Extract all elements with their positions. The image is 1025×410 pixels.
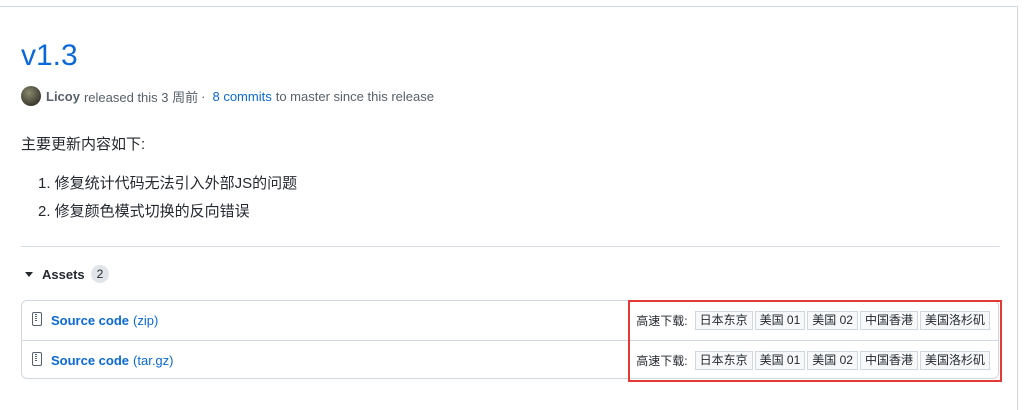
card-border-top	[0, 6, 1017, 7]
mirror-button-us-02[interactable]: 美国 02	[807, 351, 858, 370]
asset-ext: (zip)	[133, 313, 159, 328]
list-item: 2. 修复颜色模式切换的反向错误	[38, 203, 250, 220]
meta-separator: ·	[201, 88, 206, 104]
mirror-button-us-01[interactable]: 美国 01	[754, 311, 806, 330]
mirror-group: 高速下载: 日本东京 美国 01 美国 02 中国香港 美国洛杉矶	[636, 351, 990, 370]
mirror-group: 高速下载: 日本东京 美国 01 美国 02 中国香港 美国洛杉矶	[636, 311, 990, 330]
source-code-targz-link[interactable]: Source code (tar.gz)	[51, 353, 174, 368]
triangle-down-icon	[25, 271, 33, 277]
mirror-button-los-angeles[interactable]: 美国洛杉矶	[919, 351, 990, 370]
notes-intro: 主要更新内容如下:	[21, 136, 146, 153]
assets-toggle[interactable]: Assets 2	[21, 263, 110, 285]
card-border-right	[1017, 6, 1018, 410]
mirror-button-us-02[interactable]: 美国 02	[807, 311, 858, 330]
asset-ext: (tar.gz)	[133, 353, 174, 368]
avatar[interactable]	[21, 86, 41, 106]
author-link[interactable]: Licoy	[46, 89, 80, 104]
changes-list: 1. 修复统计代码无法引入外部JS的问题 2. 修复颜色模式切换的反向错误	[38, 170, 297, 226]
divider	[21, 246, 1000, 247]
file-zip-icon	[32, 352, 42, 366]
mirror-button-tokyo[interactable]: 日本东京	[694, 351, 753, 370]
assets-list: Source code (zip) 高速下载: 日本东京 美国 01 美国 02 …	[21, 300, 999, 379]
mirror-label: 高速下载:	[636, 314, 688, 328]
mirror-button-hongkong[interactable]: 中国香港	[859, 351, 918, 370]
file-zip-icon	[32, 312, 42, 326]
list-item: 1. 修复统计代码无法引入外部JS的问题	[38, 175, 298, 192]
asset-row: Source code (tar.gz) 高速下载: 日本东京 美国 01 美国 …	[22, 341, 998, 380]
asset-row: Source code (zip) 高速下载: 日本东京 美国 01 美国 02 …	[22, 301, 998, 341]
mirror-button-tokyo[interactable]: 日本东京	[694, 311, 753, 330]
assets-count-badge: 2	[90, 265, 110, 283]
release-meta: Licoy released this 3 周前 · 8 commits to …	[21, 85, 434, 107]
mirror-button-hongkong[interactable]: 中国香港	[859, 311, 918, 330]
asset-name: Source code	[51, 353, 130, 368]
mirror-button-us-01[interactable]: 美国 01	[754, 351, 806, 370]
mirror-button-los-angeles[interactable]: 美国洛杉矶	[919, 311, 990, 330]
assets-label: Assets	[42, 266, 85, 282]
released-text: released this 3 周前	[83, 89, 199, 105]
commits-suffix: to master since this release	[275, 88, 434, 104]
mirror-label: 高速下载:	[636, 354, 688, 368]
commits-link[interactable]: 8 commits	[212, 89, 271, 104]
release-title[interactable]: v1.3	[21, 38, 78, 74]
source-code-zip-link[interactable]: Source code (zip)	[51, 313, 158, 328]
asset-name: Source code	[51, 313, 130, 328]
